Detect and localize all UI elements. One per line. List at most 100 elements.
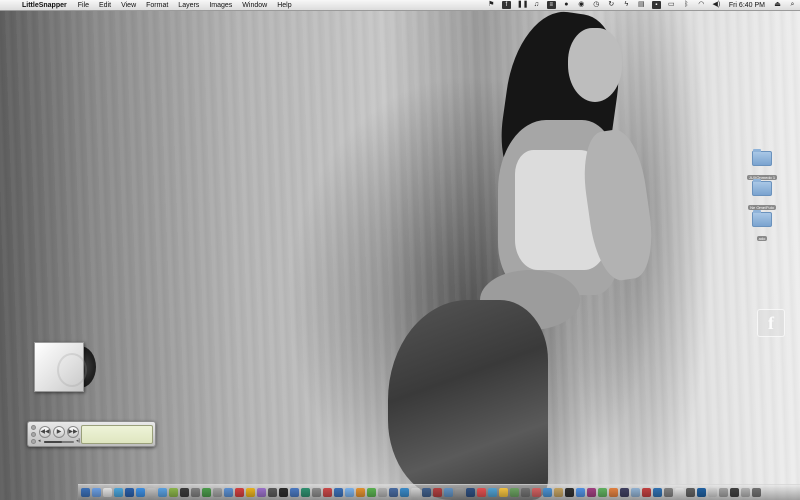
app-menu-littlesnapper[interactable]: LittleSnapper <box>18 0 73 11</box>
dock-app-icon[interactable] <box>191 488 200 497</box>
dock-app-icon[interactable] <box>378 488 387 497</box>
dock-app-icon[interactable] <box>224 488 233 497</box>
dock-app-icon[interactable] <box>444 488 453 497</box>
dock-app-icon[interactable] <box>609 488 618 497</box>
dock-app-icon[interactable] <box>246 488 255 497</box>
dock-app-icon[interactable] <box>499 488 508 497</box>
wifi-icon[interactable]: ◠ <box>697 1 706 9</box>
screen-icon[interactable]: ▪ <box>651 1 661 9</box>
dock-app-icon[interactable] <box>202 488 211 497</box>
dock-app-icon[interactable] <box>708 488 717 497</box>
pause-icon[interactable]: ❚❚ <box>517 1 529 9</box>
dock-app-icon[interactable] <box>587 488 596 497</box>
dock-app-icon[interactable] <box>136 488 145 497</box>
menu-clock[interactable]: Fri 6:40 PM <box>724 0 770 11</box>
chat-icon[interactable]: ● <box>562 1 571 9</box>
dock-app-icon[interactable] <box>477 488 486 497</box>
dock-app-icon[interactable] <box>719 488 728 497</box>
minimize-button[interactable] <box>31 432 36 437</box>
dock-app-icon[interactable] <box>554 488 563 497</box>
album-art-widget[interactable] <box>34 342 96 392</box>
dock-app-icon[interactable] <box>697 488 706 497</box>
dock-app-icon[interactable] <box>92 488 101 497</box>
dock-app-icon[interactable] <box>466 488 475 497</box>
dock-app-icon[interactable] <box>576 488 585 497</box>
dock-app-icon[interactable] <box>389 488 398 497</box>
volume-slider[interactable] <box>44 441 74 443</box>
player-lcd-display[interactable] <box>81 425 153 444</box>
play-button[interactable]: ▶ <box>53 426 65 438</box>
dock-app-icon[interactable] <box>180 488 189 497</box>
dock-app-icon[interactable] <box>334 488 343 497</box>
dock-app-icon[interactable] <box>631 488 640 497</box>
dock-app-icon[interactable] <box>752 488 761 497</box>
close-button[interactable] <box>31 425 36 430</box>
dock-app-icon[interactable] <box>213 488 222 497</box>
dock-app-icon[interactable] <box>741 488 750 497</box>
dock-app-icon[interactable] <box>620 488 629 497</box>
dock-app-icon[interactable] <box>730 488 739 497</box>
dock-app-icon[interactable] <box>323 488 332 497</box>
menu-help[interactable]: Help <box>272 0 296 11</box>
dock-app-icon[interactable] <box>510 488 519 497</box>
dock-app-icon[interactable] <box>235 488 244 497</box>
dock-app-icon[interactable] <box>488 488 497 497</box>
menu-format[interactable]: Format <box>141 0 173 11</box>
stack-icon[interactable]: ≡ <box>546 1 556 9</box>
dock-app-icon[interactable] <box>367 488 376 497</box>
menu-edit[interactable]: Edit <box>94 0 116 11</box>
facebook-icon[interactable]: f <box>501 1 511 9</box>
dock-app-icon[interactable] <box>598 488 607 497</box>
dock-app-icon[interactable] <box>455 488 464 497</box>
bluetooth-icon[interactable]: ᛒ <box>682 1 691 9</box>
dock-app-icon[interactable] <box>279 488 288 497</box>
dock-app-icon[interactable] <box>356 488 365 497</box>
dock-app-icon[interactable] <box>158 488 167 497</box>
volume-icon[interactable]: ◀) <box>712 1 721 9</box>
dock-app-icon[interactable] <box>664 488 673 497</box>
menu-layers[interactable]: Layers <box>173 0 204 11</box>
next-track-button[interactable]: ▶▶ <box>67 426 79 438</box>
dock-app-icon[interactable] <box>400 488 409 497</box>
stamp-icon[interactable]: ⚑ <box>487 1 496 9</box>
dock-app-icon[interactable] <box>268 488 277 497</box>
menu-view[interactable]: View <box>116 0 141 11</box>
clipboard-icon[interactable]: ▤ <box>637 1 646 9</box>
music-note-icon[interactable]: ♫ <box>532 1 541 9</box>
dock-app-icon[interactable] <box>169 488 178 497</box>
dock-app-icon[interactable] <box>301 488 310 497</box>
display-icon[interactable]: ▭ <box>667 1 676 9</box>
dock-app-icon[interactable] <box>411 488 420 497</box>
menu-images[interactable]: Images <box>204 0 237 11</box>
dock-app-icon[interactable] <box>532 488 541 497</box>
menu-window[interactable]: Window <box>237 0 272 11</box>
dock-app-icon[interactable] <box>312 488 321 497</box>
facebook-widget[interactable]: f <box>757 309 785 337</box>
dock-app-icon[interactable] <box>642 488 651 497</box>
dock-app-icon[interactable] <box>521 488 530 497</box>
dock-app-icon[interactable] <box>675 488 684 497</box>
dock-app-icon[interactable] <box>290 488 299 497</box>
eject-icon[interactable]: ⏏ <box>773 1 782 9</box>
dock-app-icon[interactable] <box>686 488 695 497</box>
eye-icon[interactable]: ◉ <box>577 1 586 9</box>
bolt-icon[interactable]: ϟ <box>622 1 631 9</box>
dock-app-icon[interactable] <box>114 488 123 497</box>
desktop-folder[interactable]: ado <box>742 210 782 245</box>
dock-app-icon[interactable] <box>565 488 574 497</box>
dock-app-icon[interactable] <box>257 488 266 497</box>
dock-app-icon[interactable] <box>345 488 354 497</box>
previous-track-button[interactable]: ◀◀ <box>39 426 51 438</box>
dock-app-icon[interactable] <box>543 488 552 497</box>
menu-file[interactable]: File <box>73 0 94 11</box>
sync-icon[interactable]: ↻ <box>607 1 616 9</box>
spotlight-icon[interactable]: ⌕ <box>788 1 797 9</box>
dock-app-icon[interactable] <box>103 488 112 497</box>
desktop-folder[interactable]: Ne Ome/Fulo <box>742 179 782 214</box>
dock-app-icon[interactable] <box>433 488 442 497</box>
zoom-button[interactable] <box>31 439 36 444</box>
dock-app-icon[interactable] <box>147 488 156 497</box>
dock-app-icon[interactable] <box>81 488 90 497</box>
time-machine-icon[interactable]: ◷ <box>592 1 601 9</box>
dock-app-icon[interactable] <box>653 488 662 497</box>
